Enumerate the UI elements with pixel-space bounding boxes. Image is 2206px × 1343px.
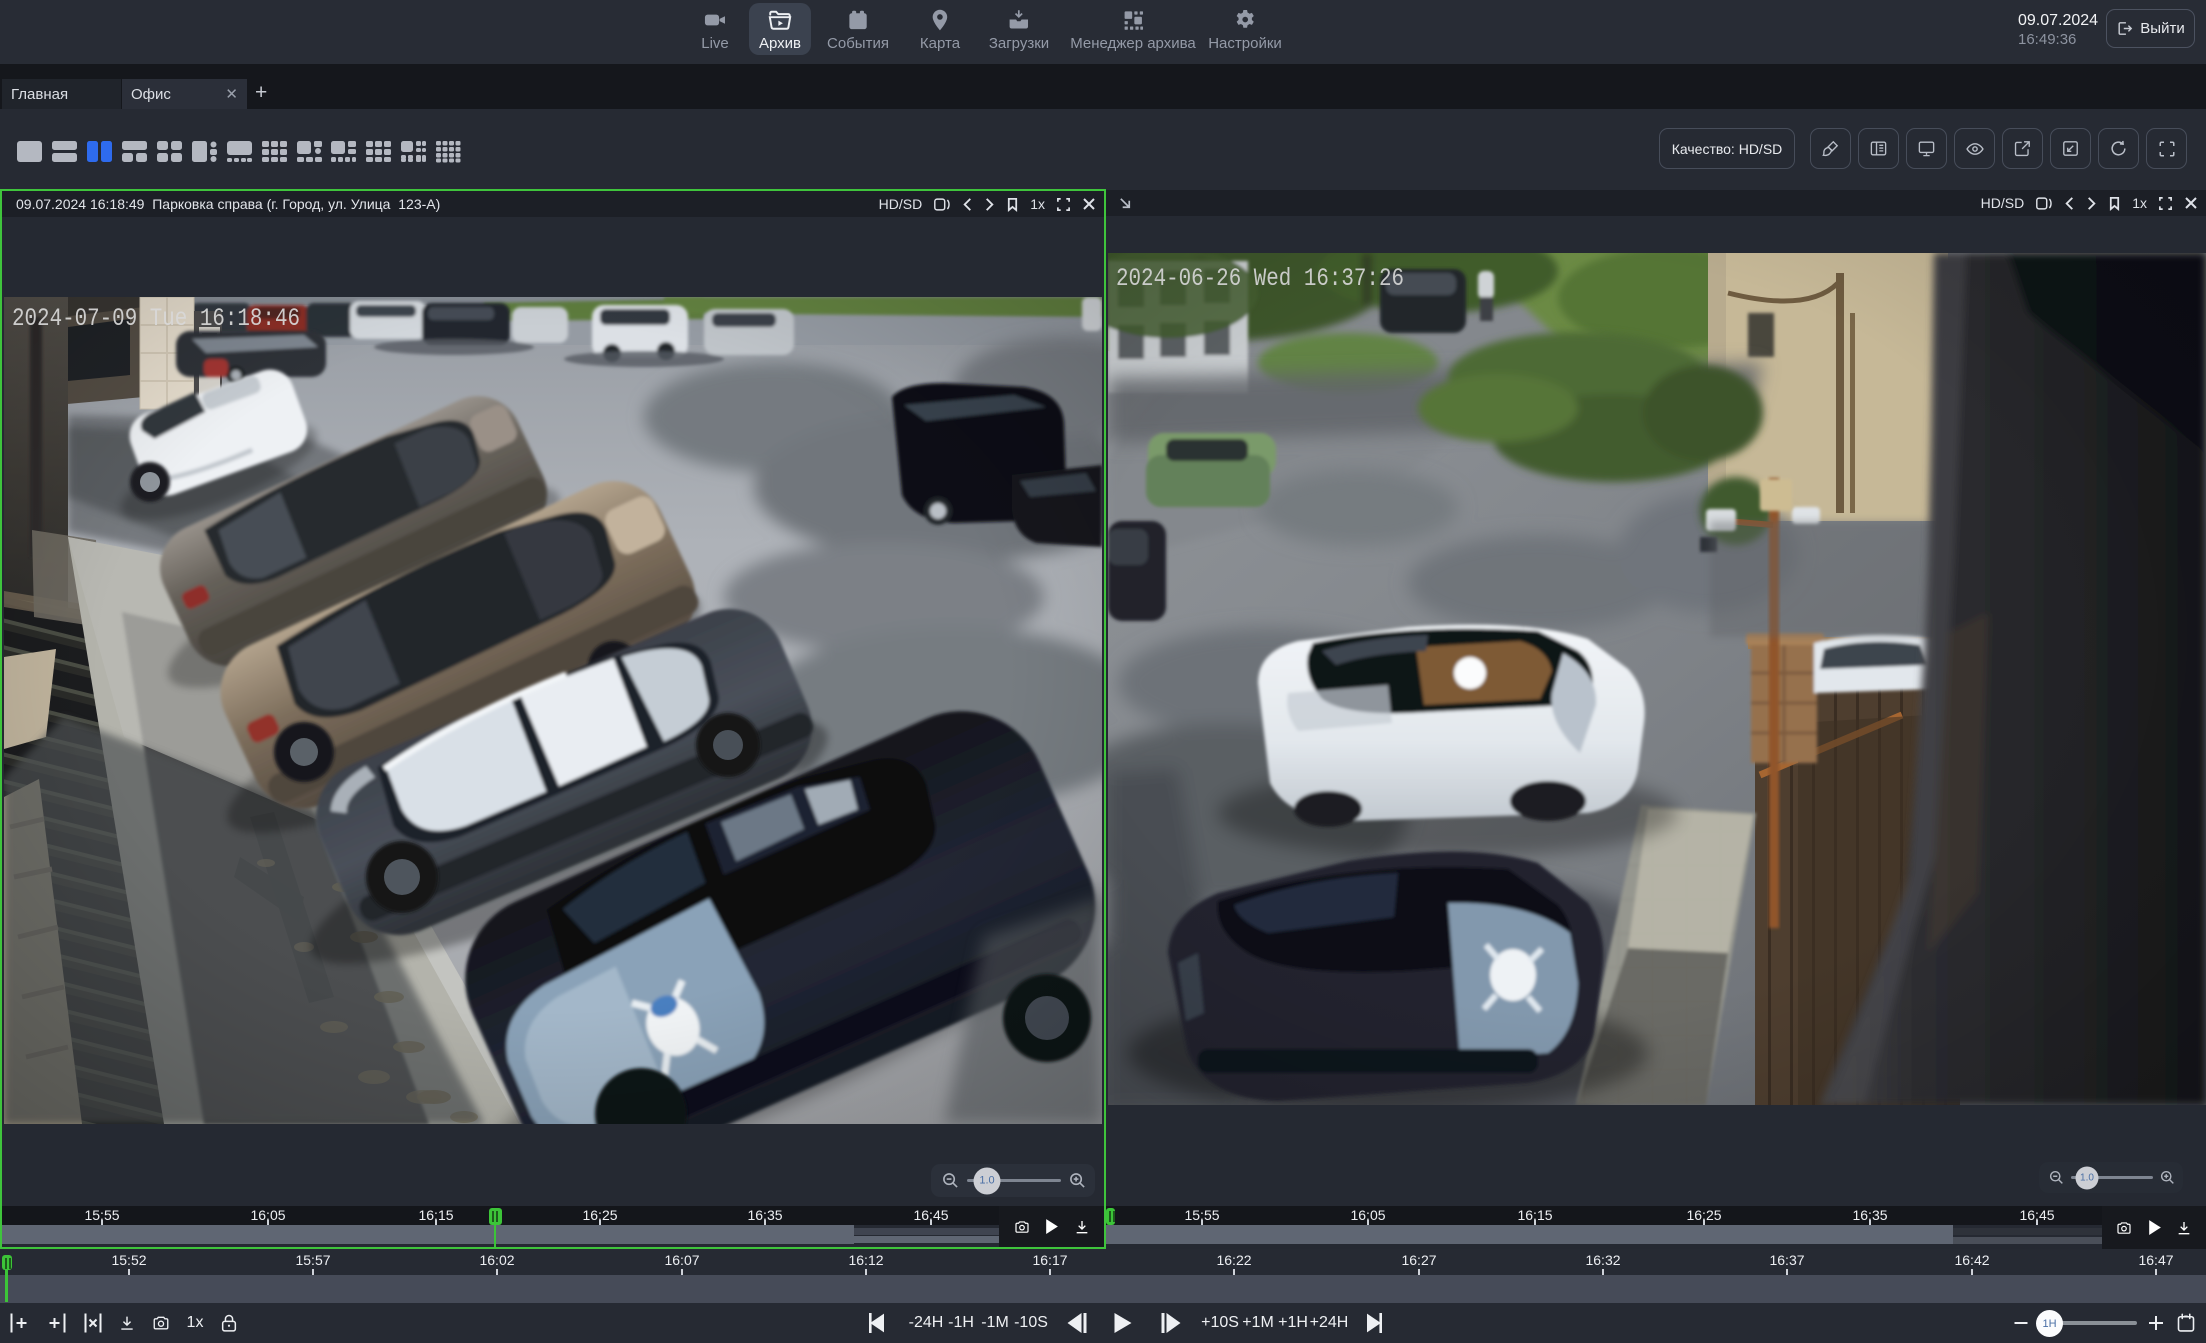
svg-text:2024-07-09 Tue 16:18:46: 2024-07-09 Tue 16:18:46 — [12, 304, 300, 333]
svg-text:2024-06-26 Wed 16:37:26: 2024-06-26 Wed 16:37:26 — [1116, 264, 1404, 293]
